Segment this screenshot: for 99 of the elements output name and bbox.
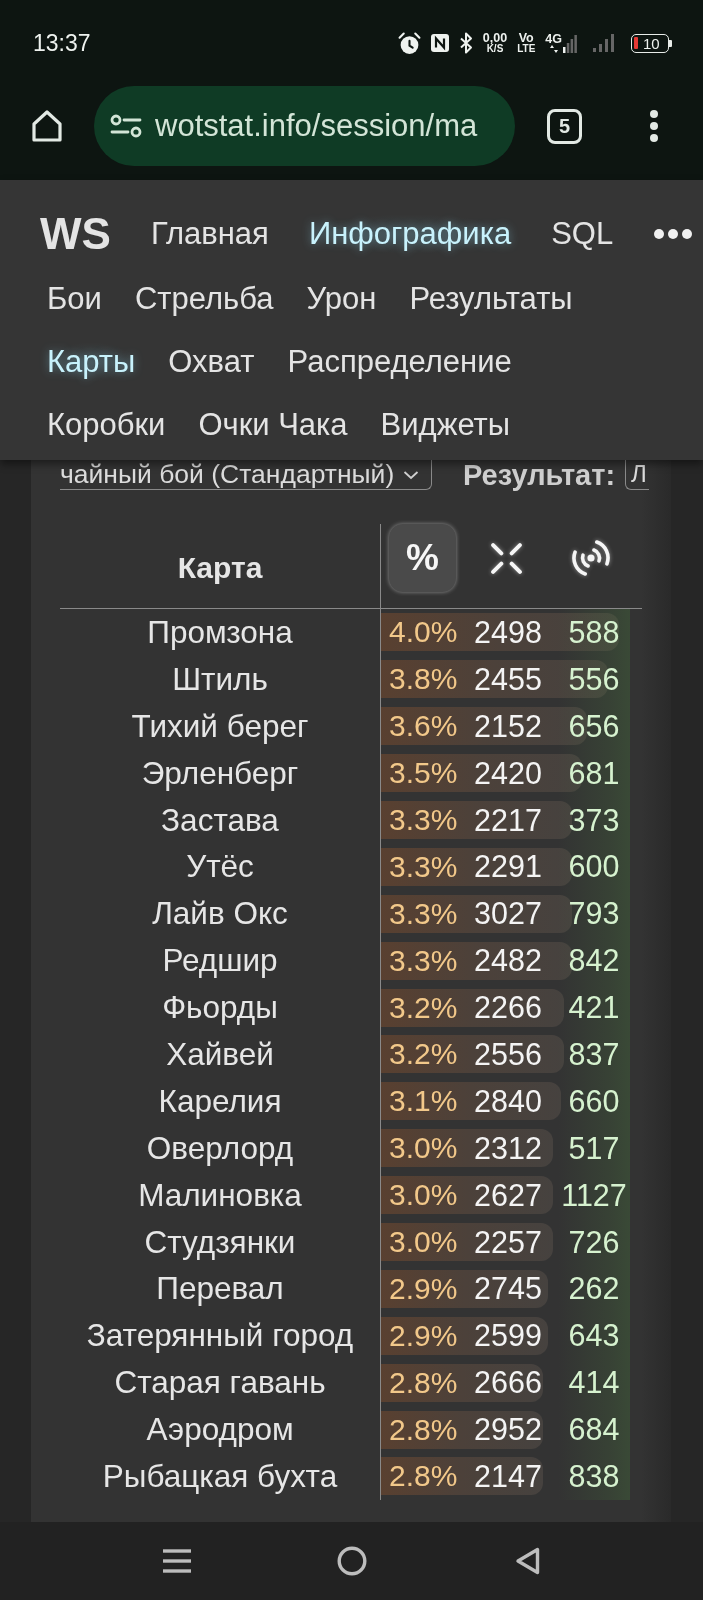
- map-name: Перевал: [155, 1269, 285, 1309]
- table-cell-text: 3.0%: [388, 1225, 459, 1259]
- table-cell-text: 3027: [474, 896, 543, 932]
- nav-link[interactable]: Виджеты: [380, 405, 511, 445]
- alarm-icon: [397, 31, 421, 55]
- table-cell-text: 3.0%: [388, 1178, 459, 1213]
- table-cell-text: 2840: [474, 1083, 543, 1119]
- map-name: Эрленберг: [140, 753, 300, 793]
- nav-link[interactable]: Бои: [47, 279, 102, 319]
- table-cell-text: 2217: [474, 802, 543, 838]
- home-icon[interactable]: [29, 108, 65, 144]
- table-cell-text: 2599: [474, 1318, 543, 1354]
- map-name: Застава: [160, 800, 280, 840]
- bluetooth-icon: [458, 32, 473, 54]
- table-cell-text: 3.2%: [388, 1037, 459, 1072]
- shrink-icon: [490, 541, 523, 575]
- map-name: Карелия: [157, 1081, 283, 1121]
- map-name: Студзянки: [143, 1222, 297, 1262]
- menu-icon[interactable]: [163, 1549, 191, 1573]
- table-cell-text: 2482: [474, 943, 543, 979]
- battle-type-select[interactable]: чайный бой (Стандартный): [60, 460, 432, 490]
- nav-link[interactable]: Распределение: [287, 342, 512, 382]
- result-label: Результат:: [463, 460, 616, 490]
- table-cell-text: 3.5%: [388, 756, 459, 791]
- nav-link[interactable]: SQL: [551, 214, 614, 254]
- map-name: Утёс: [185, 847, 255, 887]
- map-name: Штиль: [171, 659, 269, 699]
- table-cell-text: 2312: [474, 1130, 543, 1166]
- table-cell-text: 3.0%: [388, 1131, 459, 1166]
- map-name: Тихий берег: [130, 706, 310, 746]
- column-header[interactable]: Карта: [177, 551, 263, 585]
- map-name: Редшир: [161, 941, 279, 981]
- table-cell-text: 2952: [474, 1412, 543, 1448]
- more-options-icon[interactable]: [649, 109, 659, 143]
- table-cell-text: 2666: [474, 1365, 543, 1401]
- network-speed: 0,00: [482, 31, 508, 45]
- address-bar[interactable]: wotstat.info/session/ma: [94, 86, 515, 166]
- map-name: Рыбацкая бухта: [101, 1456, 339, 1496]
- nav-link[interactable]: Урон: [306, 279, 377, 319]
- nav-link[interactable]: Очки Чака: [198, 405, 348, 445]
- map-name: Затерянный город: [85, 1316, 355, 1356]
- battery-level-text: 10: [643, 35, 660, 51]
- table-cell-text: 3.3%: [388, 803, 459, 837]
- table-cell-text: 2152: [474, 708, 543, 744]
- table-cell-text: 2257: [474, 1224, 543, 1260]
- volte-label: LTE: [517, 44, 536, 55]
- map-name: Малиновка: [137, 1175, 303, 1215]
- table-cell-text: 3.1%: [388, 1084, 459, 1119]
- volte-label: Vo: [518, 31, 534, 45]
- chevron-down-icon: [403, 469, 419, 480]
- table-cell-text: 2498: [474, 614, 543, 650]
- signal-icon: [593, 34, 615, 52]
- nav-link[interactable]: Стрельба: [134, 279, 274, 319]
- tab-count-button[interactable]: 5: [547, 108, 582, 144]
- table-cell-text: 2.9%: [388, 1318, 459, 1353]
- back-icon[interactable]: [515, 1546, 541, 1576]
- table-cell-text: 2556: [474, 1036, 543, 1072]
- table-cell-text: 2147: [474, 1458, 543, 1494]
- map-name: Лайв Окс: [151, 894, 289, 934]
- table-cell-text: 3.6%: [388, 709, 459, 744]
- result-select[interactable]: Л: [625, 460, 649, 490]
- table-cell-text: 2420: [474, 755, 543, 791]
- table-cell-text: 2266: [474, 990, 543, 1026]
- nav-link[interactable]: Охват: [168, 342, 255, 382]
- map-name: Промзона: [146, 612, 294, 652]
- site-logo[interactable]: WS: [40, 212, 111, 256]
- table-cell-text: 4.0%: [388, 615, 459, 650]
- nfc-icon: [430, 34, 449, 52]
- table-cell-text: 2.8%: [388, 1459, 459, 1494]
- nav-link[interactable]: Коробки: [47, 405, 166, 445]
- column-toggle[interactable]: %: [389, 524, 456, 592]
- tune-icon[interactable]: [110, 114, 142, 138]
- table-cell-text: 2627: [474, 1177, 543, 1213]
- data-arrows-icon: [549, 45, 558, 54]
- table-cell-text: 2.8%: [388, 1412, 459, 1447]
- nav-link[interactable]: Результаты: [409, 279, 573, 319]
- map-name: Оверлорд: [145, 1128, 295, 1168]
- map-name: Фьорды: [161, 988, 279, 1028]
- table-cell-text: 3.2%: [388, 990, 459, 1025]
- table-cell-text: 2455: [474, 661, 543, 697]
- table-cell-text: 3.3%: [388, 849, 459, 884]
- table-cell-text: 3.3%: [388, 896, 459, 931]
- map-name: Аэродром: [145, 1410, 295, 1450]
- table-cell-text: 2291: [474, 849, 543, 885]
- table-cell-text: 3.8%: [388, 662, 459, 697]
- home-icon[interactable]: [337, 1546, 367, 1576]
- network-type-label: 4G: [545, 32, 562, 46]
- map-name: Хайвей: [165, 1034, 275, 1074]
- url-text: wotstat.info/session/ma: [155, 108, 478, 144]
- table-cell-text: 2.9%: [388, 1271, 459, 1306]
- table-cell-text: 2745: [474, 1271, 543, 1307]
- clock-time: 13:37: [33, 29, 91, 57]
- table-cell-text: 3.3%: [388, 943, 459, 978]
- table-cell-text: 2.8%: [388, 1365, 459, 1400]
- signal-icon: [563, 35, 577, 54]
- map-name: Старая гавань: [113, 1363, 327, 1403]
- more-icon[interactable]: [653, 228, 694, 240]
- nav-link[interactable]: Главная: [150, 214, 269, 254]
- network-speed-unit: K/S: [486, 44, 504, 55]
